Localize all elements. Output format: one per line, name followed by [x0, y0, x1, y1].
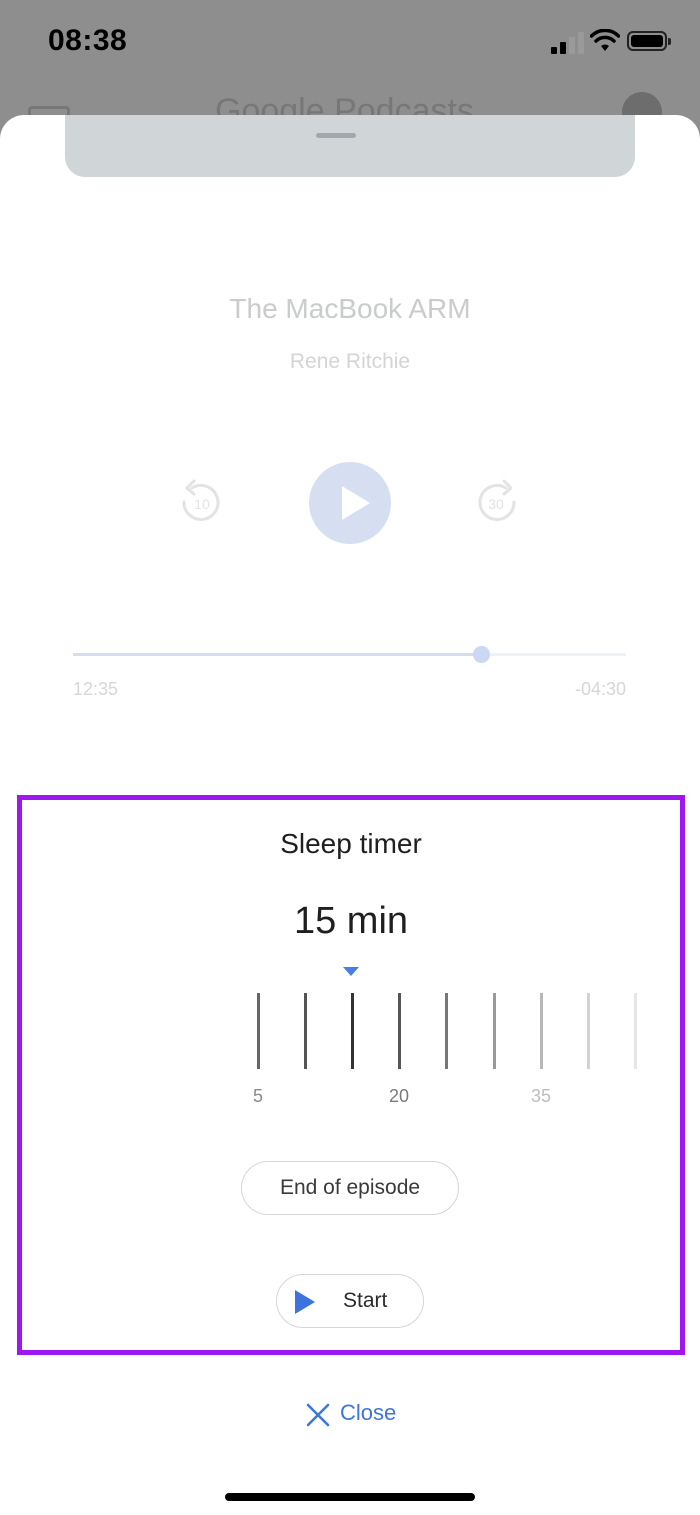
timer-tick[interactable]	[398, 993, 401, 1069]
start-button[interactable]: Start	[276, 1274, 424, 1328]
forward-30-icon[interactable]: 30	[474, 478, 520, 524]
timer-scale-label: 20	[388, 1086, 410, 1106]
close-button[interactable]: Close	[300, 1397, 410, 1433]
time-remaining: -04:30	[574, 679, 626, 699]
timer-scale-label: 35	[530, 1086, 552, 1106]
progress-thumb[interactable]	[472, 646, 490, 663]
sleep-timer-title: Sleep timer	[280, 828, 422, 859]
timer-tick[interactable]	[445, 993, 448, 1069]
sleep-timer-panel: Sleep timer 15 min 5 20 35 End of episod…	[17, 795, 685, 1355]
player-sheet: The MacBook ARM Rene Ritchie 10 30 12:35…	[0, 115, 700, 1515]
close-label: Close	[340, 1400, 397, 1425]
end-of-episode-button[interactable]: End of episode	[241, 1161, 459, 1215]
timer-tick[interactable]	[587, 993, 590, 1069]
battery-icon	[627, 31, 671, 51]
play-icon	[295, 1290, 315, 1314]
time-elapsed: 12:35	[73, 679, 119, 699]
timer-tick[interactable]	[634, 993, 637, 1069]
timer-tick[interactable]	[257, 993, 260, 1069]
status-time: 08:38	[48, 24, 128, 57]
timer-tick[interactable]	[493, 993, 496, 1069]
timer-pointer-icon	[343, 967, 359, 976]
timer-tick-selected[interactable]	[351, 993, 354, 1069]
play-button[interactable]	[309, 462, 391, 544]
start-label: Start	[343, 1289, 388, 1312]
rewind-10-icon[interactable]: 10	[178, 478, 224, 524]
home-indicator	[225, 1493, 475, 1501]
drag-handle[interactable]	[316, 133, 356, 138]
status-bar: 08:38	[0, 0, 700, 90]
forward-seconds: 30	[488, 496, 504, 512]
timer-tick[interactable]	[540, 993, 543, 1069]
progress-fill	[73, 653, 481, 656]
sheet-handle-area[interactable]	[65, 115, 635, 177]
timer-tick[interactable]	[304, 993, 307, 1069]
wifi-icon	[590, 29, 620, 51]
sleep-timer-value: 15 min	[293, 900, 409, 942]
signal-icon	[551, 32, 585, 54]
episode-title: The MacBook ARM	[229, 293, 471, 324]
episode-author: Rene Ritchie	[289, 350, 411, 373]
rewind-seconds: 10	[194, 496, 210, 512]
close-icon	[306, 1403, 330, 1427]
progress-bar[interactable]	[73, 646, 626, 663]
timer-scale-label: 5	[252, 1086, 263, 1106]
